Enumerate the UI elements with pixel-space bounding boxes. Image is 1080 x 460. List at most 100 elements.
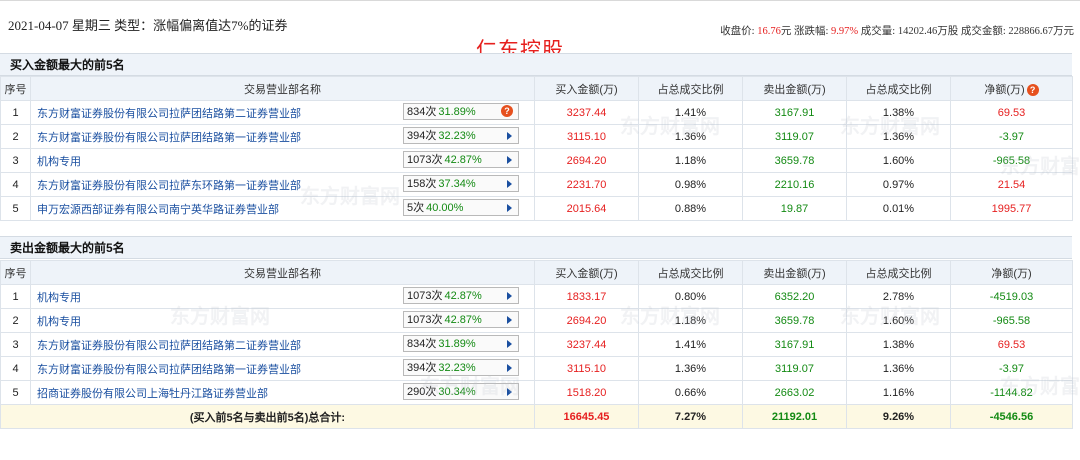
broker-cell: 东方财富证券股份有限公司拉萨团结路第一证券营业部 394次 32.23% [30,124,535,149]
row-index: 2 [0,124,31,149]
broker-link[interactable]: 机构专用 [37,292,81,304]
table-row: 3 机构专用 1073次 42.87% 2694.20 1.18% 3659.78 1.60%… [0,148,1073,173]
sell-ratio: 1.60% [846,308,951,333]
sell-amount: 3119.07 [742,124,847,149]
broker-link[interactable]: 机构专用 [37,316,81,328]
total-net: -4546.56 [950,404,1073,429]
sell-ratio: 1.38% [846,332,951,357]
broker-cell: 机构专用 1073次 42.87% [30,284,535,309]
broker-link[interactable]: 东方财富证券股份有限公司拉萨团结路第二证券营业部 [37,108,301,120]
sell-amount: 3119.07 [742,356,847,381]
broker-link[interactable]: 招商证券股份有限公司上海牡丹江路证券营业部 [37,388,268,400]
expand-arrow-icon[interactable] [507,156,512,164]
net-amount: -3.97 [950,356,1073,381]
table-row: 5 招商证券股份有限公司上海牡丹江路证券营业部 290次 30.34% 1518.20 0… [0,380,1073,405]
row-index: 1 [0,284,31,309]
trade-count: 1073次 [407,314,443,326]
row-index: 2 [0,308,31,333]
help-icon[interactable]: ? [1026,83,1039,96]
expand-arrow-icon[interactable] [507,204,512,212]
broker-link[interactable]: 东方财富证券股份有限公司拉萨团结路第一证券营业部 [37,132,301,144]
net-amount: 69.53 [950,332,1073,357]
sell-amount: 3167.91 [742,100,847,125]
volume: 14202.46万股 [897,26,959,37]
broker-stats-dropdown[interactable]: 158次 37.34% [403,175,519,192]
buy-ratio: 0.98% [638,172,743,197]
net-amount: 21.54 [950,172,1073,197]
expand-arrow-icon[interactable] [507,180,512,188]
broker-stats-dropdown[interactable]: 394次 32.23% [403,359,519,376]
row-index: 4 [0,172,31,197]
buy-amount: 1518.20 [534,380,639,405]
table-row: 2 东方财富证券股份有限公司拉萨团结路第一证券营业部 394次 32.23% 3115.… [0,124,1073,149]
trade-count: 1073次 [407,290,443,302]
buy-amount: 2694.20 [534,148,639,173]
row-index: 4 [0,356,31,381]
buy-ratio: 1.36% [638,124,743,149]
win-rate: 32.23% [438,362,476,374]
table-row: 1 东方财富证券股份有限公司拉萨团结路第二证券营业部 834次 31.89%? 3237… [0,100,1073,125]
row-index: 1 [0,100,31,125]
buy-ratio: 0.66% [638,380,743,405]
broker-stats-dropdown[interactable]: 394次 32.23% [403,127,519,144]
trade-count: 290次 [407,386,437,398]
column-header: 序号 [0,260,31,285]
row-index: 5 [0,196,31,221]
trade-count: 834次 [407,106,437,118]
broker-stats-dropdown[interactable]: 290次 30.34% [403,383,519,400]
expand-arrow-icon[interactable] [507,316,512,324]
expand-arrow-icon[interactable] [507,340,512,348]
column-header: 净额(万) [950,260,1073,285]
row-index: 3 [0,332,31,357]
close-price: 16.76 [757,26,781,37]
table-row: 4 东方财富证券股份有限公司拉萨团结路第一证券营业部 394次 32.23% 3115.… [0,356,1073,381]
quote-summary: 收盘价: 16.76元 涨跌幅: 9.97% 成交量: 14202.46万股 成… [720,26,1074,37]
win-rate: 42.87% [444,314,482,326]
sell-amount: 2663.02 [742,380,847,405]
broker-stats-dropdown[interactable]: 834次 31.89% [403,335,519,352]
sell-table: 序号 交易营业部名称 买入金额(万) 占总成交比例 卖出金额(万) 占总成交比例 净额(万)… [0,260,1073,429]
broker-stats-dropdown[interactable]: 1073次 42.87% [403,311,519,328]
expand-arrow-icon[interactable] [507,132,512,140]
sell-amount: 2210.16 [742,172,847,197]
column-header: 买入金额(万) [534,260,639,285]
column-header: 占总成交比例 [846,76,951,101]
net-amount: -965.58 [950,308,1073,333]
broker-stats-dropdown[interactable]: 5次 40.00% [403,199,519,216]
buy-ratio: 0.80% [638,284,743,309]
trade-count: 394次 [407,362,437,374]
total-row: (买入前5名与卖出前5名)总合计: 16645.45 7.27% 21192.01 9.… [0,404,1073,429]
buy-ratio: 1.18% [638,308,743,333]
broker-stats-dropdown[interactable]: 1073次 42.87% [403,151,519,168]
win-rate: 37.34% [438,178,476,190]
expand-arrow-icon[interactable] [507,292,512,300]
help-icon[interactable]: ? [501,105,513,117]
net-amount: -1144.82 [950,380,1073,405]
broker-cell: 机构专用 1073次 42.87% [30,308,535,333]
broker-link[interactable]: 申万宏源西部证券有限公司南宁英华路证券营业部 [37,204,279,216]
trade-count: 1073次 [407,154,443,166]
broker-cell: 机构专用 1073次 42.87% [30,148,535,173]
expand-arrow-icon[interactable] [507,388,512,396]
broker-link[interactable]: 机构专用 [37,156,81,168]
sell-amount: 6352.20 [742,284,847,309]
column-header: 序号 [0,76,31,101]
broker-link[interactable]: 东方财富证券股份有限公司拉萨东环路第一证券营业部 [37,180,301,192]
sell-ratio: 1.36% [846,356,951,381]
broker-cell: 申万宏源西部证券有限公司南宁英华路证券营业部 5次 40.00% [30,196,535,221]
buy-amount: 3115.10 [534,124,639,149]
table-row: 5 申万宏源西部证券有限公司南宁英华路证券营业部 5次 40.00% 2015.64 0.… [0,196,1073,221]
broker-cell: 东方财富证券股份有限公司拉萨团结路第一证券营业部 394次 32.23% [30,356,535,381]
column-header: 交易营业部名称 [30,260,535,285]
broker-link[interactable]: 东方财富证券股份有限公司拉萨团结路第一证券营业部 [37,364,301,376]
sell-ratio: 1.60% [846,148,951,173]
buy-ratio: 1.41% [638,332,743,357]
broker-link[interactable]: 东方财富证券股份有限公司拉萨团结路第二证券营业部 [37,340,301,352]
broker-cell: 东方财富证券股份有限公司拉萨团结路第二证券营业部 834次 31.89% [30,332,535,357]
trade-count: 158次 [407,178,437,190]
broker-stats-dropdown[interactable]: 1073次 42.87% [403,287,519,304]
table-row: 4 东方财富证券股份有限公司拉萨东环路第一证券营业部 158次 37.34% 2231.… [0,172,1073,197]
column-header: 交易营业部名称 [30,76,535,101]
net-amount: 1995.77 [950,196,1073,221]
expand-arrow-icon[interactable] [507,364,512,372]
